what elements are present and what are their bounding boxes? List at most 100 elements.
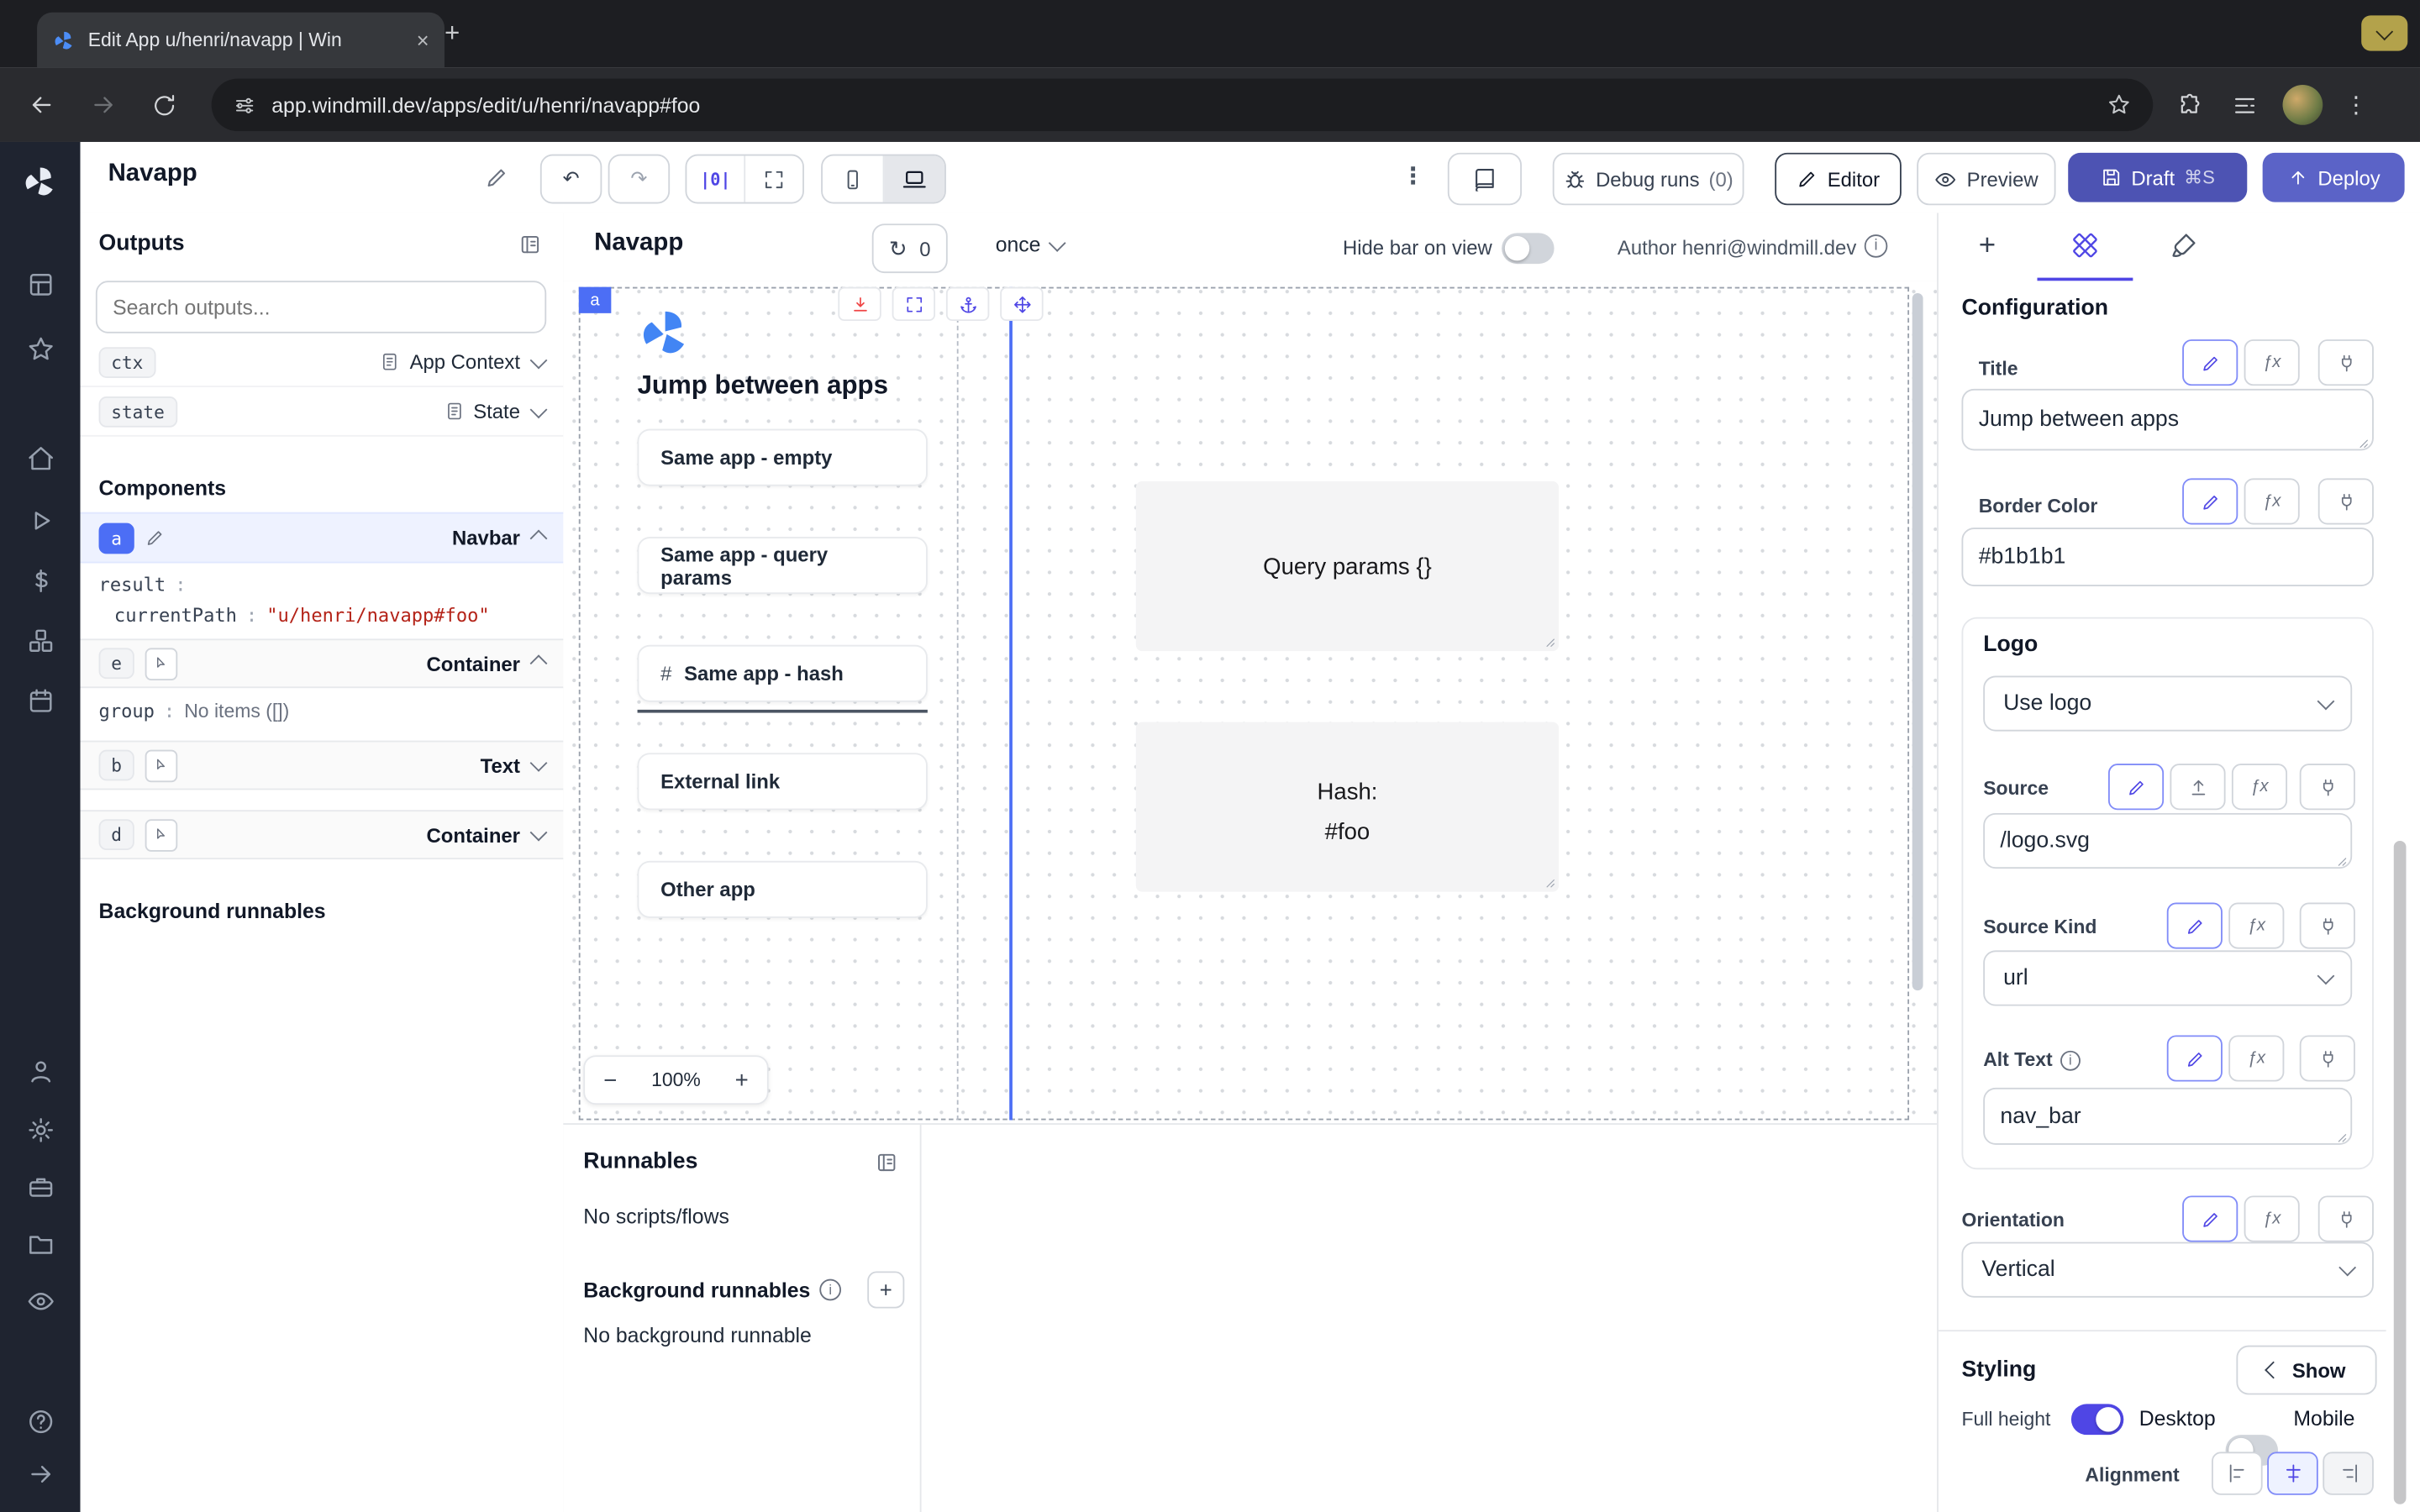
group-row[interactable]: group : No items ([]) xyxy=(81,688,564,734)
hash-component[interactable]: Hash: #foo xyxy=(1136,722,1559,892)
refresh-control[interactable]: ↻ 0 xyxy=(872,223,948,273)
search-outputs-input[interactable] xyxy=(96,281,546,333)
component-b-row[interactable]: b Text xyxy=(81,741,564,790)
address-bar[interactable]: app.windmill.dev/apps/edit/u/henri/navap… xyxy=(212,79,2154,131)
undo-button[interactable]: ↶ xyxy=(540,155,602,204)
windmill-logo[interactable] xyxy=(22,164,59,201)
schedules-calendar-icon[interactable] xyxy=(22,682,59,719)
chevron-down-icon[interactable] xyxy=(530,824,548,842)
resize-handle-icon[interactable] xyxy=(1542,634,1556,648)
resize-handle-icon[interactable] xyxy=(1542,874,1556,889)
source-kind-select[interactable]: url xyxy=(1983,950,2352,1005)
tab-close-icon[interactable]: × xyxy=(417,28,429,52)
edit-pencil-button[interactable] xyxy=(2182,339,2238,386)
align-center-button[interactable] xyxy=(2267,1452,2318,1494)
profile-avatar[interactable] xyxy=(2283,85,2323,125)
anchor-icon[interactable] xyxy=(946,287,989,321)
editor-tab-button[interactable]: Editor xyxy=(1775,153,1902,205)
fx-expression-button[interactable]: ƒx xyxy=(2232,764,2287,810)
nav-link-query-params[interactable]: Same app - query params xyxy=(638,537,928,594)
window-scrollbar[interactable] xyxy=(2394,841,2407,1504)
select-hand-icon[interactable] xyxy=(145,749,178,782)
theme-brush-tab[interactable] xyxy=(2170,232,2197,260)
header-kebab-icon[interactable]: ⋮ xyxy=(1402,162,1425,190)
redo-button[interactable]: ↷ xyxy=(608,155,670,204)
draft-button[interactable]: Draft ⌘S xyxy=(2068,153,2247,202)
zoom-in-button[interactable]: + xyxy=(735,1067,749,1093)
deploy-button[interactable]: Deploy xyxy=(2263,153,2405,202)
add-bg-runnable-button[interactable]: + xyxy=(867,1271,904,1308)
chevron-up-icon[interactable] xyxy=(530,529,548,547)
edit-pencil-button[interactable] xyxy=(2182,1195,2238,1242)
nav-link-hash[interactable]: # Same app - hash xyxy=(638,645,928,702)
chevron-down-icon[interactable] xyxy=(530,351,548,369)
connect-plug-button[interactable] xyxy=(2318,1195,2374,1242)
docs-button[interactable] xyxy=(1448,153,1522,205)
site-settings-icon[interactable] xyxy=(233,93,256,117)
bookmark-star-icon[interactable] xyxy=(2107,92,2131,117)
desktop-view-button[interactable] xyxy=(884,156,944,202)
info-icon[interactable]: i xyxy=(819,1279,841,1301)
users-person-icon[interactable] xyxy=(22,1053,59,1089)
move-icon[interactable] xyxy=(1000,287,1043,321)
new-tab-button[interactable]: + xyxy=(445,18,460,50)
connect-plug-button[interactable] xyxy=(2300,902,2355,948)
fx-expression-button[interactable]: ƒx xyxy=(2228,902,2284,948)
full-height-toggle[interactable] xyxy=(2071,1404,2123,1435)
chevron-down-icon[interactable] xyxy=(530,401,548,418)
edit-id-pencil-icon[interactable] xyxy=(145,528,166,548)
zoom-out-button[interactable]: − xyxy=(603,1067,617,1093)
favorites-star-icon[interactable] xyxy=(22,330,59,367)
chevron-up-icon[interactable] xyxy=(530,654,548,672)
edit-pencil-button[interactable] xyxy=(2108,764,2164,810)
connect-plug-button[interactable] xyxy=(2300,1035,2355,1081)
debug-runs-button[interactable]: Debug runs (0) xyxy=(1553,153,1744,205)
connect-plug-button[interactable] xyxy=(2318,339,2374,386)
ctx-row[interactable]: ctx App Context xyxy=(81,338,564,387)
forward-icon[interactable] xyxy=(90,91,118,118)
edit-pencil-button[interactable] xyxy=(2167,1035,2223,1081)
audit-eye-icon[interactable] xyxy=(22,1282,59,1319)
variables-dollar-icon[interactable] xyxy=(22,562,59,599)
app-canvas[interactable]: a Jump between apps Same app - empty Sam… xyxy=(563,281,1937,1123)
expand-icon[interactable] xyxy=(892,287,935,321)
query-params-component[interactable]: Query params {} xyxy=(1136,481,1559,651)
edit-pencil-button[interactable] xyxy=(2182,478,2238,524)
extensions-puzzle-icon[interactable] xyxy=(2178,92,2204,118)
grid-lines-button[interactable]: |0| xyxy=(687,156,745,202)
url-text[interactable]: app.windmill.dev/apps/edit/u/henri/navap… xyxy=(271,93,2107,117)
nav-link-external[interactable]: External link xyxy=(638,753,928,810)
media-controls-icon[interactable] xyxy=(2232,92,2258,118)
rename-pencil-icon[interactable] xyxy=(485,165,509,190)
component-e-row[interactable]: e Container xyxy=(81,638,564,688)
title-input[interactable] xyxy=(1961,389,2373,450)
folders-icon[interactable] xyxy=(22,1225,59,1262)
styling-show-button[interactable]: Show xyxy=(2236,1346,2376,1395)
select-hand-icon[interactable] xyxy=(145,648,178,680)
currentpath-row[interactable]: currentPath : "u/henri/navapp#foo" xyxy=(81,599,564,639)
apps-grid-icon[interactable] xyxy=(22,265,59,302)
chevron-down-icon[interactable] xyxy=(530,754,548,772)
collapse-arrow-icon[interactable] xyxy=(22,1455,59,1492)
expand-down-icon[interactable] xyxy=(838,287,881,321)
nav-link-other-app[interactable]: Other app xyxy=(638,861,928,918)
canvas-scrollbar[interactable] xyxy=(1912,293,1923,990)
info-icon[interactable]: i xyxy=(2060,1050,2081,1070)
preview-button[interactable]: Preview xyxy=(1917,153,2055,205)
component-d-row[interactable]: d Container xyxy=(81,810,564,859)
source-input[interactable] xyxy=(1983,813,2352,869)
back-icon[interactable] xyxy=(28,91,55,118)
fx-expression-button[interactable]: ƒx xyxy=(2228,1035,2284,1081)
help-icon[interactable] xyxy=(22,1403,59,1440)
alt-text-input[interactable] xyxy=(1983,1088,2352,1145)
result-row[interactable]: result : xyxy=(81,563,564,598)
settings-tab[interactable] xyxy=(2071,232,2099,260)
orientation-select[interactable]: Vertical xyxy=(1961,1242,2373,1298)
fx-expression-button[interactable]: ƒx xyxy=(2244,1195,2300,1242)
refresh-mode-select[interactable]: once xyxy=(996,233,1064,256)
reload-icon[interactable] xyxy=(151,92,177,118)
upload-button[interactable] xyxy=(2170,764,2225,810)
use-logo-select[interactable]: Use logo xyxy=(1983,675,2352,731)
component-a-row[interactable]: a Navbar xyxy=(81,512,564,564)
align-end-button[interactable] xyxy=(2323,1452,2374,1494)
